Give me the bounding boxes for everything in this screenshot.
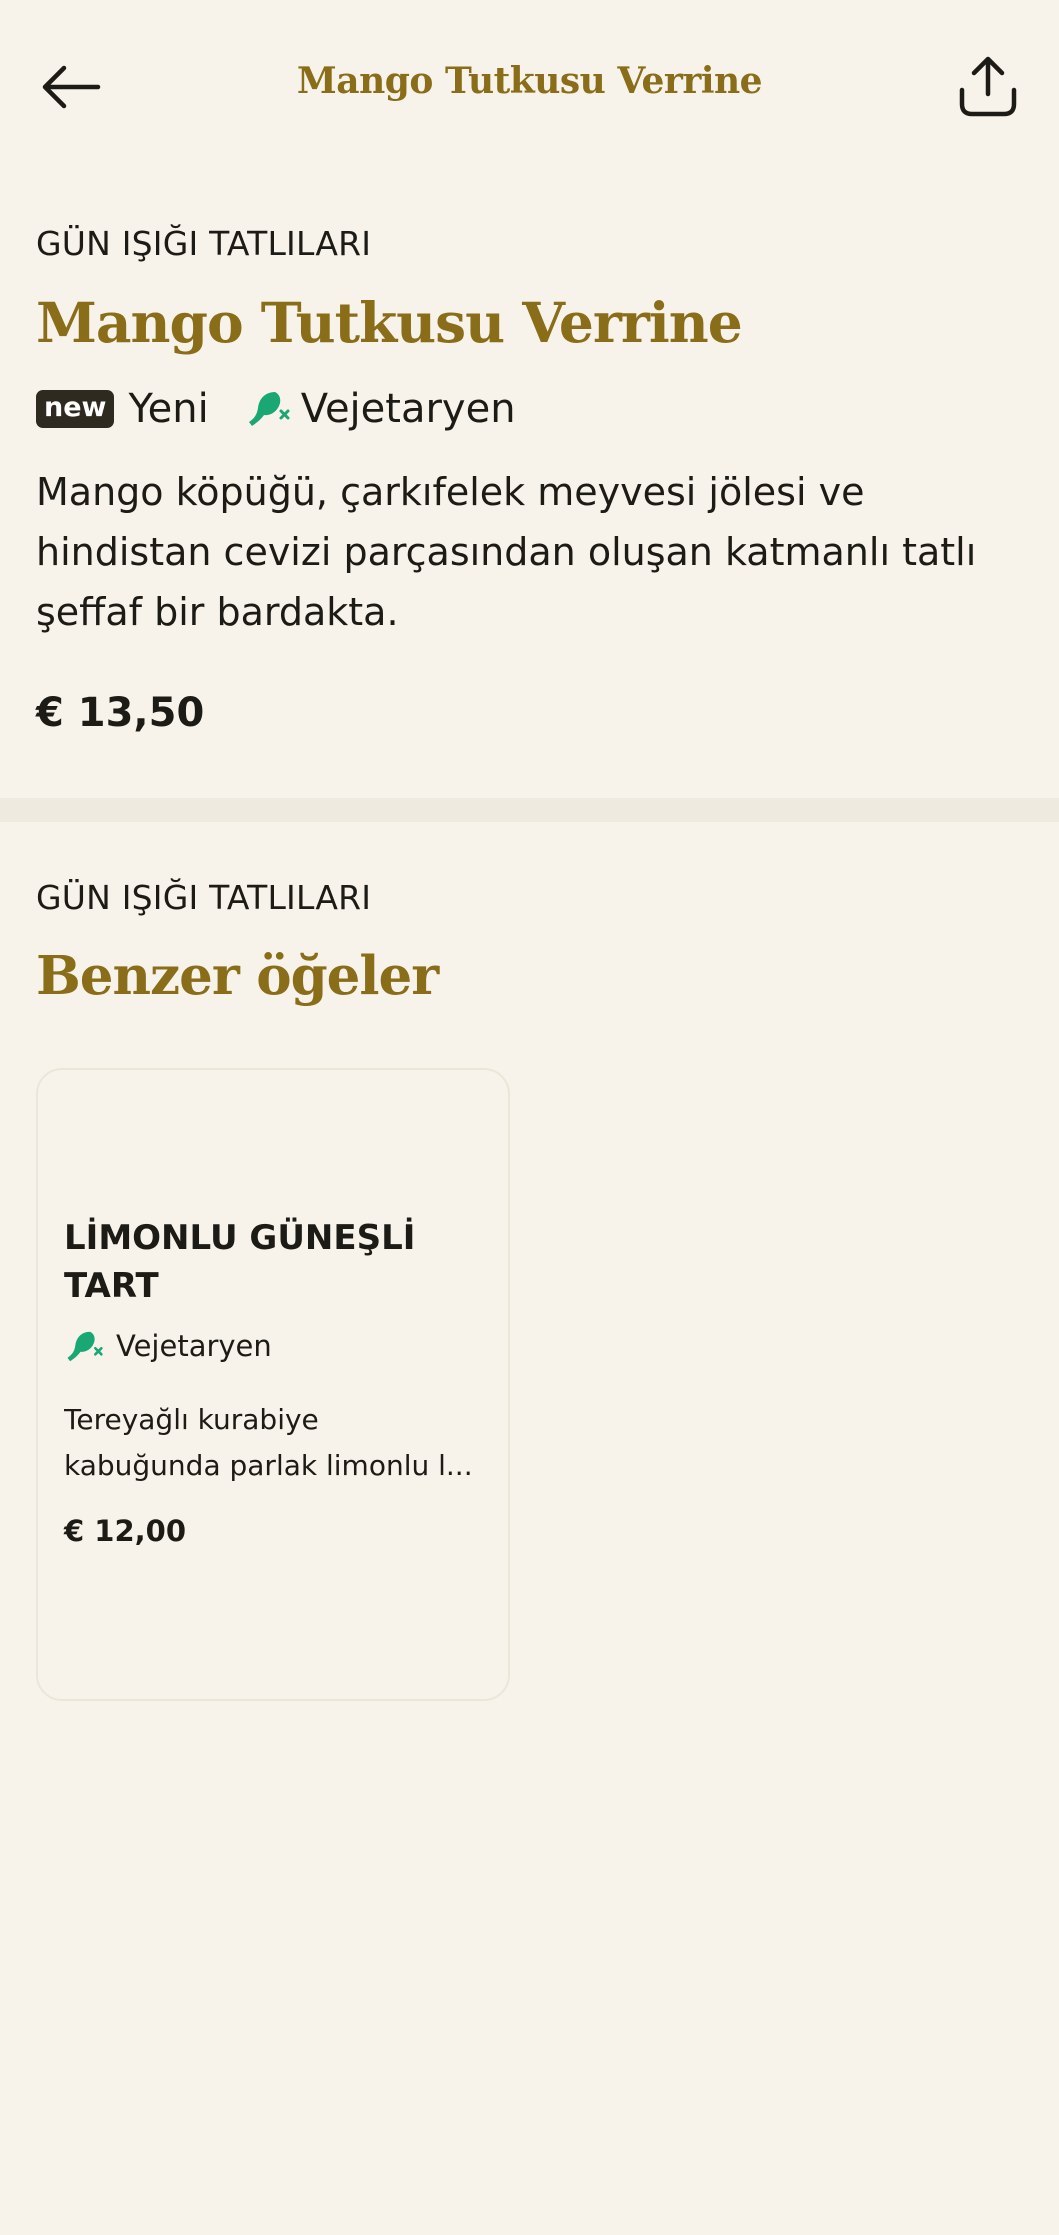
similar-item-vegetarian-tag: Vejetaryen (64, 1324, 272, 1368)
arrow-left-icon (42, 65, 101, 109)
similar-item-name: LİMONLU GÜNEŞLİ TART (64, 1218, 416, 1306)
share-icon (959, 56, 1017, 117)
similar-item-price: € 12,00 (64, 1514, 187, 1548)
new-badge: new (36, 389, 115, 429)
vegetarian-tag: Vejetaryen (245, 386, 516, 432)
vegetarian-leaf-icon (245, 389, 291, 429)
new-label: Yeni (128, 386, 209, 432)
similar-item-description-line2: kabuğunda parlak limonlu l... (64, 1449, 473, 1482)
similar-category: GÜN IŞIĞI TATLILARI (36, 878, 372, 917)
product-detail-page: Mango Tutkusu Verrine GÜN IŞIĞI TATLILAR… (0, 0, 1059, 2235)
similar-item-description: Tereyağlı kurabiye kabuğunda parlak limo… (64, 1397, 494, 1489)
product-price: € 13,50 (36, 690, 205, 736)
product-category: GÜN IŞIĞI TATLILARI (36, 224, 372, 263)
section-divider (0, 798, 1059, 822)
back-button[interactable] (36, 52, 106, 122)
similar-item-diet-label: Vejetaryen (116, 1329, 272, 1363)
header-title: Mango Tutkusu Verrine (296, 60, 763, 102)
similar-item-card[interactable]: LİMONLU GÜNEŞLİ TART Vejetaryen Tereyağl… (36, 1068, 510, 1701)
similar-item-description-line1: Tereyağlı kurabiye (64, 1403, 319, 1436)
similar-items-title: Benzer öğeler (36, 945, 439, 1007)
product-name: Mango Tutkusu Verrine (36, 290, 743, 355)
share-button[interactable] (950, 48, 1026, 124)
product-tags: new Yeni Vejetaryen (36, 381, 516, 437)
vegetarian-label: Vejetaryen (300, 386, 516, 432)
vegetarian-leaf-icon (64, 1329, 104, 1364)
top-bar: Mango Tutkusu Verrine (0, 0, 1059, 170)
product-description: Mango köpüğü, çarkıfelek meyvesi jölesi … (36, 470, 977, 634)
